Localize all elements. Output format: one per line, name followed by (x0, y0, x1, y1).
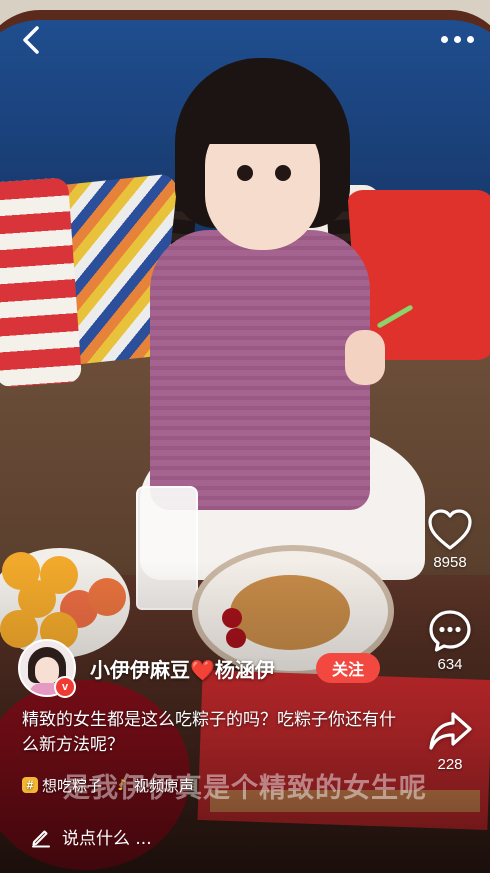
sound-label: 视频原声 (134, 776, 195, 795)
heart-emoji: ❤️ (190, 657, 215, 682)
scene-girl-eye-left (237, 165, 253, 181)
comment-button[interactable]: 634 (422, 608, 478, 673)
share-count: 228 (437, 756, 463, 773)
more-dots-icon (440, 35, 448, 43)
author-name-prefix: 小伊伊麻豆 (90, 657, 190, 682)
share-button[interactable]: 228 (422, 708, 478, 773)
heart-icon (428, 509, 472, 550)
hashtag-icon: # (22, 777, 38, 793)
sound-chip[interactable]: ♪ 视频原声 (114, 775, 194, 796)
video-player[interactable]: { "topbar": { "back_icon": "chevron-left… (0, 0, 490, 873)
verified-badge: v (54, 676, 76, 698)
comment-placeholder: 说点什么 ... (62, 829, 152, 849)
comment-input[interactable]: 说点什么 ... (30, 824, 152, 849)
like-count: 8958 (433, 554, 467, 571)
hashtag-chip[interactable]: # 想吃粽子 (22, 775, 102, 796)
pen-icon (32, 830, 50, 847)
comment-bar: 说点什么 ... (0, 812, 490, 873)
chevron-left-icon (23, 26, 39, 54)
author-name[interactable]: 小伊伊麻豆❤️杨涵伊 (90, 654, 275, 683)
scene-pillow-striped (0, 177, 83, 388)
more-button[interactable] (434, 26, 480, 52)
scene-girl-sweater (150, 230, 370, 510)
like-button[interactable]: 8958 (422, 508, 478, 571)
music-note-icon: ♪ (117, 776, 127, 794)
scene-girl-bangs (200, 92, 325, 144)
follow-button[interactable]: 关注 (316, 653, 380, 683)
back-button[interactable] (14, 22, 50, 58)
share-arrow-icon (429, 712, 472, 750)
comment-bubble-icon (429, 610, 471, 652)
author-name-suffix: 杨涵伊 (214, 657, 275, 682)
video-description[interactable]: 精致的女生都是这么吃粽子的吗？吃粽子你还有什么新方法呢？ (22, 708, 402, 758)
scene-girl-hand (345, 330, 385, 385)
scene-girl-eye-right (275, 165, 291, 181)
top-bar (0, 0, 490, 80)
hashtag-label: 想吃粽子 (42, 776, 103, 795)
comment-count: 634 (437, 656, 463, 673)
tag-row: # 想吃粽子 ♪ 视频原声 (22, 773, 194, 797)
